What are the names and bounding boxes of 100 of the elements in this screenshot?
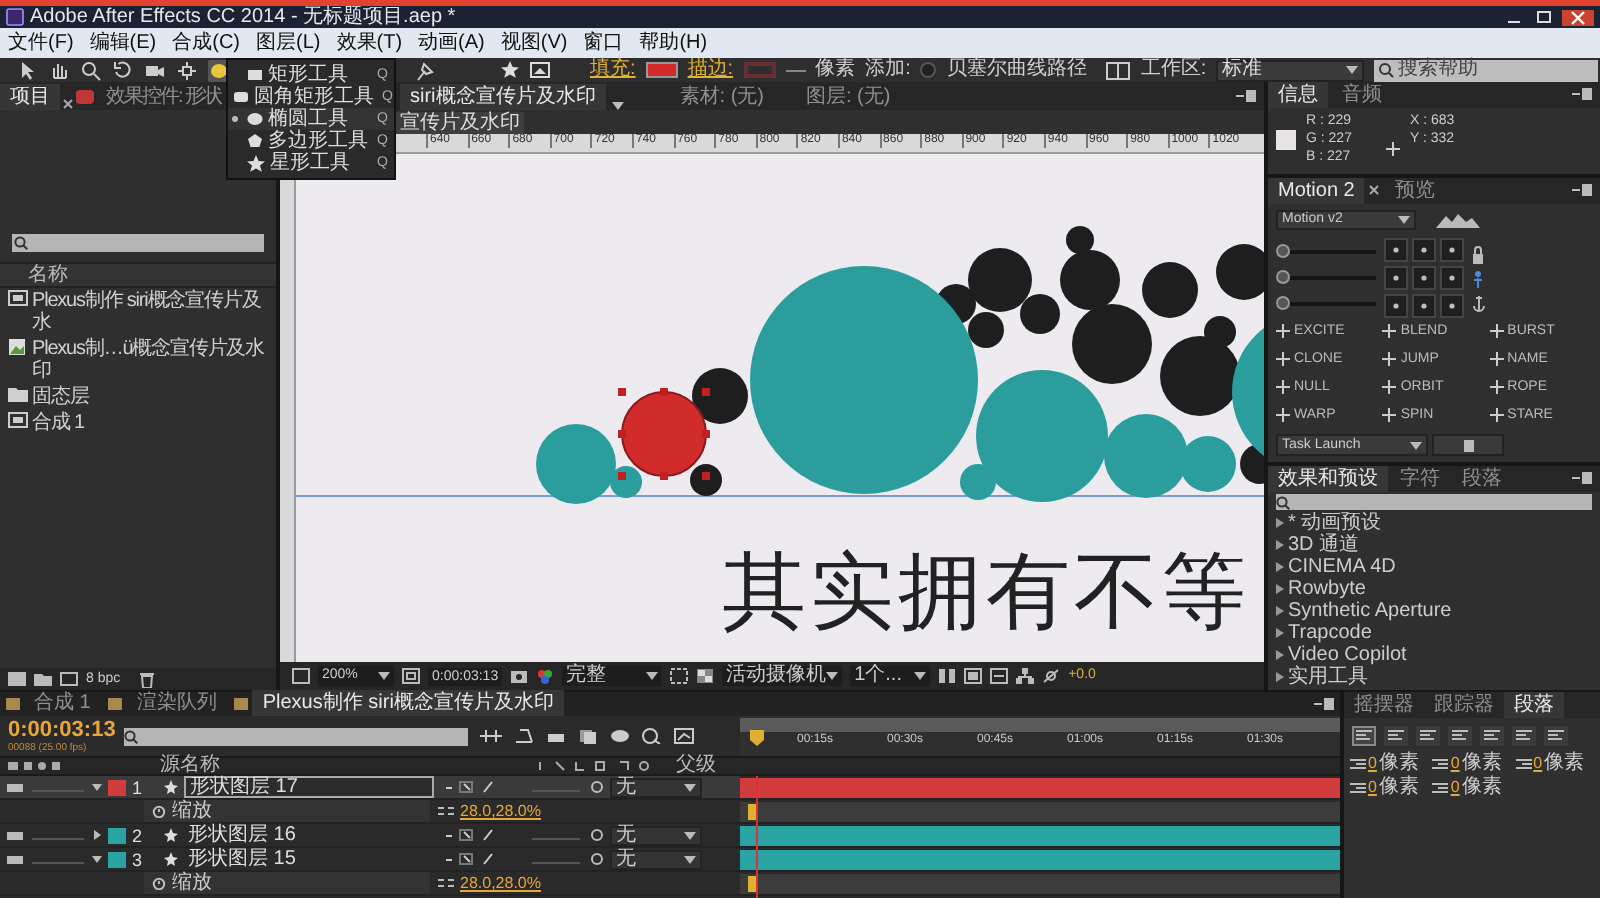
panel-menu-icon[interactable] <box>1236 90 1256 102</box>
expand-arrow-icon[interactable] <box>92 830 102 840</box>
link-icon[interactable] <box>438 806 454 816</box>
panel-menu-icon[interactable] <box>1572 184 1592 196</box>
exposure-icon[interactable] <box>1042 668 1061 684</box>
anchor-button[interactable] <box>1384 294 1408 318</box>
pick-whip-icon[interactable] <box>590 780 604 794</box>
grid-toggle-icon[interactable] <box>292 668 310 684</box>
layer-search-field[interactable] <box>124 727 468 745</box>
label-color-swatch[interactable] <box>108 779 126 795</box>
panel-tab[interactable]: 预览 <box>1384 178 1445 204</box>
keyframe-icon[interactable] <box>746 803 758 819</box>
panel-tab[interactable]: Motion 2 <box>1268 178 1365 204</box>
workspace-icon[interactable] <box>1106 61 1131 79</box>
property-value[interactable]: 28.0,28.0% <box>460 874 541 892</box>
close-icon[interactable] <box>1562 9 1594 25</box>
panel-tab[interactable]: Plexus制作 siri概念宣传片及水印 <box>252 690 564 716</box>
new-folder-icon[interactable] <box>34 672 52 686</box>
layer-name[interactable]: 形状图层 17 <box>184 776 434 798</box>
anchor-button[interactable] <box>1384 266 1408 290</box>
layer-duration-bar[interactable] <box>740 777 1340 797</box>
panel-tab[interactable]: 渲染队列 <box>126 690 227 716</box>
link-icon[interactable] <box>438 878 454 888</box>
pixel-aspect-icon[interactable] <box>938 668 957 684</box>
frame-blending-icon[interactable] <box>578 728 598 744</box>
parent-dropdown[interactable]: 无 <box>610 825 702 845</box>
effects-category[interactable]: 3D 通道 <box>1288 534 1360 556</box>
figure-icon[interactable] <box>1472 269 1484 287</box>
layer-row[interactable]: 2 形状图层 16 无 <box>0 824 740 846</box>
menu-item[interactable]: 图层(L) <box>256 31 321 55</box>
menu-item[interactable]: 效果(T) <box>336 31 403 55</box>
panel-tab[interactable]: 摇摆器 <box>1344 692 1424 718</box>
channel-icon[interactable] <box>536 668 555 684</box>
menu-item[interactable]: 合成(C) <box>172 31 241 55</box>
panel-tab[interactable]: 合成 1 <box>24 690 101 716</box>
panel-menu-icon[interactable] <box>1314 698 1334 710</box>
panel-tab[interactable]: 效果控件: 形状 <box>96 84 232 110</box>
align-button[interactable] <box>1448 726 1472 746</box>
column-header[interactable]: 父级 <box>676 756 716 776</box>
playhead-icon[interactable] <box>750 730 764 746</box>
effects-category[interactable]: * 动画预设 <box>1288 512 1382 534</box>
region-icon[interactable] <box>670 668 689 684</box>
panel-tab[interactable]: 字符 <box>1390 466 1450 492</box>
menu-item[interactable]: 帮助(H) <box>639 31 708 55</box>
align-button[interactable] <box>1352 726 1376 746</box>
close-icon[interactable] <box>62 98 74 110</box>
indent-value[interactable]: 0 <box>1450 754 1460 772</box>
align-button[interactable] <box>1416 726 1440 746</box>
panel-tab[interactable]: siri概念宣传片及水印 <box>400 84 606 110</box>
anchor-button[interactable] <box>1440 266 1464 290</box>
snapshot-icon[interactable] <box>510 668 529 684</box>
graph-editor-icon[interactable] <box>674 728 694 744</box>
indent-value[interactable]: 0 <box>1368 754 1377 772</box>
align-button[interactable] <box>1384 726 1408 746</box>
panel-tab[interactable]: 信息 <box>1268 82 1328 108</box>
expand-arrow-icon[interactable] <box>92 782 102 792</box>
flowchart-icon[interactable] <box>1016 668 1035 684</box>
layer-name[interactable]: 形状图层 16 <box>184 824 434 846</box>
expand-arrow-icon[interactable] <box>1276 562 1284 572</box>
anchor-button[interactable] <box>1412 266 1436 290</box>
launch-button[interactable] <box>1432 434 1504 456</box>
column-header[interactable]: 名称 <box>28 264 68 286</box>
project-item[interactable]: Plexus制作 siri概念宣传片及水 <box>32 290 274 334</box>
expand-arrow-icon[interactable] <box>1276 672 1284 682</box>
close-icon[interactable] <box>1368 184 1381 196</box>
panel-tab[interactable]: 效果和预设 <box>1268 466 1388 492</box>
layer-name[interactable]: 形状图层 15 <box>184 848 434 870</box>
expand-arrow-icon[interactable] <box>92 854 102 864</box>
expand-arrow-icon[interactable] <box>1276 518 1284 528</box>
bezier-checkbox[interactable] <box>920 62 937 78</box>
rotate-tool-icon[interactable] <box>112 59 134 81</box>
anchor-icon[interactable] <box>1472 293 1486 311</box>
expand-arrow-icon[interactable] <box>1276 628 1284 638</box>
project-search-field[interactable] <box>12 234 264 252</box>
layer-row[interactable]: 1 形状图层 17 无 <box>0 776 740 798</box>
effects-category[interactable]: 实用工具 <box>1288 666 1368 688</box>
expand-arrow-icon[interactable] <box>1276 606 1284 616</box>
column-header[interactable]: 源名称 <box>160 756 220 776</box>
indent-value[interactable]: 0 <box>1450 778 1460 796</box>
expand-arrow-icon[interactable] <box>1276 584 1284 594</box>
layer-row[interactable]: 3 形状图层 15 无 <box>0 848 740 870</box>
anchor-button[interactable] <box>1412 294 1436 318</box>
menu-item[interactable]: 视图(V) <box>500 31 568 55</box>
project-item[interactable]: Plexus制…ü概念宣传片及水印 <box>32 338 274 382</box>
menu-item[interactable]: 编辑(E) <box>89 31 157 55</box>
anchor-button[interactable] <box>1384 238 1408 262</box>
timeline-icon[interactable] <box>990 668 1009 684</box>
resolution-dropdown[interactable]: 完整 <box>562 666 663 686</box>
label-color-swatch[interactable] <box>108 827 126 843</box>
panel-tab[interactable]: 跟踪器 <box>1424 692 1504 718</box>
effects-category[interactable]: Rowbyte <box>1288 578 1366 600</box>
zoom-tool-icon[interactable] <box>80 59 102 81</box>
panel-tab[interactable]: 图层: (无) <box>796 84 901 110</box>
add-label[interactable]: 添加: <box>865 58 911 82</box>
timecode[interactable]: 0:00:03:13 <box>8 719 112 741</box>
panel-tab[interactable]: 段落 <box>1504 692 1564 718</box>
views-dropdown[interactable]: 1个... <box>850 666 931 686</box>
label-color-swatch[interactable] <box>108 851 126 867</box>
menu-item[interactable]: 动画(A) <box>418 31 485 55</box>
layer-duration-bar[interactable] <box>740 849 1340 869</box>
